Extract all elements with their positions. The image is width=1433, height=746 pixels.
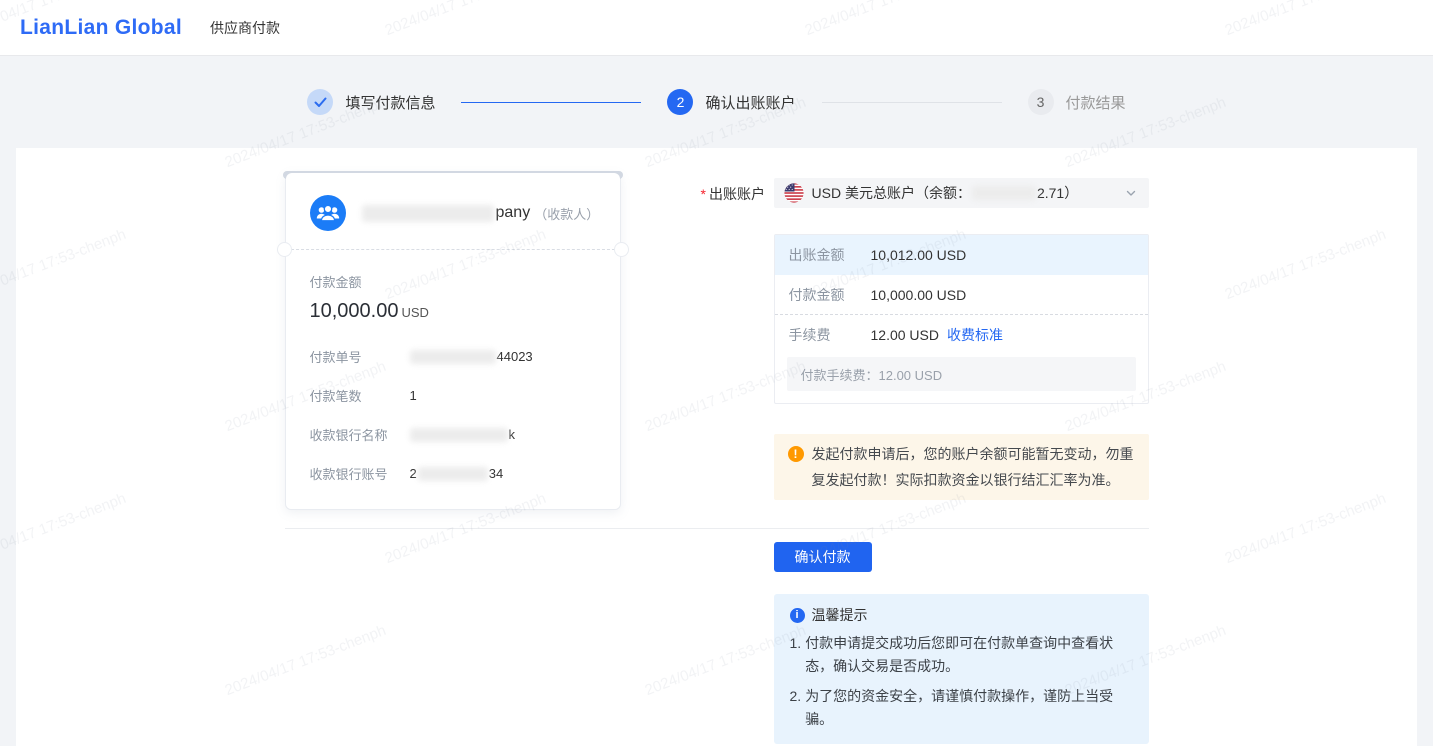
step-1-fill-payment-info: 填写付款信息 — [307, 89, 435, 115]
step-3-label: 付款结果 — [1066, 92, 1126, 113]
notch-right — [614, 242, 629, 257]
payment-amount-label: 付款金额 — [310, 272, 596, 291]
lianlian-global-logo: LianLian Global — [20, 16, 182, 40]
step-connector-done — [461, 102, 641, 103]
field-payment-count: 付款笔数 1 — [310, 386, 596, 405]
redacted-bank-account — [418, 467, 488, 481]
notch-left — [277, 242, 292, 257]
redacted-bank-name — [410, 428, 508, 442]
redacted-order-no — [410, 350, 496, 364]
page: LianLian Global 供应商付款 填写付款信息 2 确认出账账户 3 … — [0, 0, 1433, 746]
fee-standard-link[interactable]: 收费标准 — [947, 325, 1003, 345]
payee-avatar-icon — [310, 195, 346, 231]
warning-banner: ! 发起付款申请后，您的账户余额可能暂无变动，勿重复发起付款！实际扣款资金以银行… — [774, 434, 1149, 500]
app-header: LianLian Global 供应商付款 — [0, 0, 1433, 56]
payout-account-label: *出账账户 — [701, 178, 774, 500]
tip-item-2: 2. 为了您的资金安全，请谨慎付款操作，谨防上当受骗。 — [790, 685, 1133, 731]
payee-role: （收款人） — [534, 204, 599, 223]
tip-item-1: 1. 付款申请提交成功后您即可在付款单查询中查看状态，确认交易是否成功。 — [790, 632, 1133, 678]
payout-account-select[interactable]: USD 美元总账户（余额：2.71） — [774, 178, 1149, 208]
step-3-payment-result: 3 付款结果 — [1028, 89, 1126, 115]
step-2-label: 确认出账账户 — [705, 92, 795, 113]
payee-name: pany （收款人） — [362, 204, 600, 223]
required-asterisk: * — [701, 186, 706, 202]
stepper: 填写付款信息 2 确认出账账户 3 付款结果 — [0, 56, 1433, 148]
fee-note: 付款手续费：12.00 USD — [787, 357, 1136, 391]
payout-column: *出账账户 — [701, 172, 1149, 510]
chevron-down-icon — [1125, 187, 1137, 199]
payment-amount-value: 10,000.00USD — [310, 300, 596, 323]
step-2-number: 2 — [667, 89, 693, 115]
exclamation-circle-icon: ! — [788, 446, 804, 462]
table-row-payment-amount: 付款金额 10,000.00 USD — [775, 275, 1148, 315]
step-3-number: 3 — [1028, 89, 1054, 115]
page-title: 供应商付款 — [210, 18, 280, 38]
warning-text: 发起付款申请后，您的账户余额可能暂无变动，勿重复发起付款！实际扣款资金以银行结汇… — [812, 441, 1135, 493]
payout-summary-table: 出账金额 10,012.00 USD 付款金额 10,000.00 USD 手续… — [774, 234, 1149, 404]
main-panel: pany （收款人） 付款金额 10,000.00USD 付款单号 44023 — [16, 148, 1417, 746]
check-icon — [307, 89, 333, 115]
tips-box: i 温馨提示 1. 付款申请提交成功后您即可在付款单查询中查看状态，确认交易是否… — [774, 594, 1149, 744]
step-2-confirm-account: 2 确认出账账户 — [667, 89, 795, 115]
field-bank-account: 收款银行账号 234 — [310, 464, 596, 483]
field-bank-name: 收款银行名称 k — [310, 425, 596, 444]
step-connector-pending — [822, 102, 1002, 103]
redacted-payee-name — [362, 205, 494, 222]
confirm-payment-button[interactable]: 确认付款 — [774, 542, 872, 572]
payout-account-value: USD 美元总账户（余额： — [812, 183, 971, 203]
ticket-divider — [286, 249, 620, 250]
step-1-label: 填写付款信息 — [345, 92, 435, 113]
table-row-payout-amount: 出账金额 10,012.00 USD — [775, 235, 1148, 275]
us-flag-icon — [784, 183, 804, 203]
table-row-fee: 手续费 12.00 USD 收费标准 — [775, 315, 1148, 355]
tips-title: 温馨提示 — [812, 605, 868, 625]
field-payment-order-no: 付款单号 44023 — [310, 347, 596, 366]
redacted-balance — [972, 186, 1036, 200]
payee-card: pany （收款人） 付款金额 10,000.00USD 付款单号 44023 — [285, 172, 621, 510]
info-circle-icon: i — [790, 608, 805, 623]
payee-name-visible: pany — [496, 204, 531, 222]
